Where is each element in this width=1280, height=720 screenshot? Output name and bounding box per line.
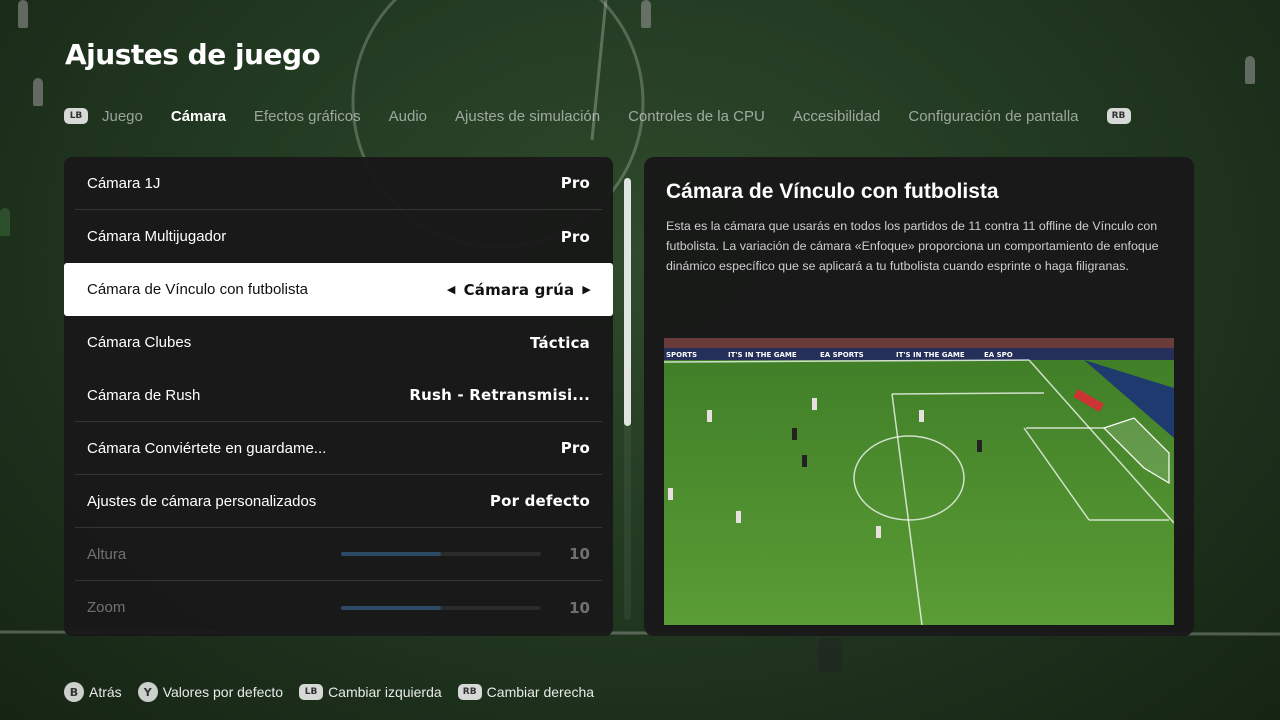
setting-value: Pro <box>560 174 590 192</box>
button-hints: B Atrás Y Valores por defecto LB Cambiar… <box>64 682 594 702</box>
info-title: Cámara de Vínculo con futbolista <box>666 180 999 203</box>
tab-camara[interactable]: Cámara <box>171 108 226 125</box>
setting-value: Pro <box>560 227 590 246</box>
arrow-right-icon[interactable]: ▶ <box>582 283 591 296</box>
preview-banner-text: EA SPORTS <box>820 351 864 359</box>
background-player <box>18 0 28 28</box>
background-player <box>0 208 10 236</box>
hint-label: Cambiar izquierda <box>328 684 442 700</box>
zoom-slider <box>341 605 542 610</box>
background-player <box>641 0 651 28</box>
setting-label: Ajustes de cámara personalizados <box>87 492 317 510</box>
setting-value: Táctica <box>529 333 590 352</box>
hint-switch-left[interactable]: LB Cambiar izquierda <box>299 684 442 700</box>
background-player <box>818 638 842 672</box>
setting-label: Cámara Conviértete en guardame... <box>87 439 327 457</box>
slider-row-zoom: Zoom 10 <box>75 581 602 634</box>
tab-audio[interactable]: Audio <box>389 108 427 125</box>
rb-button-icon: RB <box>457 684 482 700</box>
rb-button-icon[interactable]: RB <box>1106 108 1131 124</box>
setting-value: Cámara grúa <box>463 280 575 299</box>
camera-preview-image: SPORTS IT'S IN THE GAME EA SPORTS IT'S I… <box>664 338 1174 625</box>
lb-button-icon[interactable]: LB <box>64 108 88 124</box>
setting-label: Cámara de Rush <box>87 386 201 404</box>
settings-scrollbar[interactable] <box>624 178 631 620</box>
camera-preview-scene: SPORTS IT'S IN THE GAME EA SPORTS IT'S I… <box>664 338 1174 625</box>
tab-accesibilidad[interactable]: Accesibilidad <box>793 108 881 125</box>
hint-label: Atrás <box>89 684 122 700</box>
scrollbar-thumb[interactable] <box>624 178 631 426</box>
hint-switch-right[interactable]: RB Cambiar derecha <box>457 684 595 700</box>
camera-settings-list: Cámara 1J Pro Cámara Multijugador Pro Cá… <box>64 157 613 636</box>
hint-back[interactable]: B Atrás <box>64 682 122 702</box>
tab-controles-cpu[interactable]: Controles de la CPU <box>628 108 765 125</box>
setting-label: Cámara de Vínculo con futbolista <box>87 281 308 298</box>
slider-label: Zoom <box>87 599 126 616</box>
slider-fill <box>341 552 442 556</box>
tab-juego[interactable]: Juego <box>102 108 143 125</box>
b-button-icon: B <box>64 682 84 702</box>
slider-value: 10 <box>569 545 590 563</box>
setting-value-selector: ◀ Cámara grúa ▶ <box>447 281 591 299</box>
setting-value: Por defecto <box>489 492 590 510</box>
preview-banner-text: EA SPO <box>984 351 1013 359</box>
setting-value: Pro <box>560 439 590 457</box>
preview-banner-text: SPORTS <box>666 351 697 359</box>
setting-row-camara-rush[interactable]: Cámara de Rush Rush - Retransmisi... <box>75 369 602 422</box>
setting-label: Cámara Multijugador <box>87 228 227 245</box>
slider-value: 10 <box>569 598 590 617</box>
preview-banner-text: IT'S IN THE GAME <box>896 351 965 359</box>
hint-label: Valores por defecto <box>162 684 284 700</box>
preview-banner-text: IT'S IN THE GAME <box>728 351 797 359</box>
lb-button-icon: LB <box>299 684 324 700</box>
background-player <box>33 78 43 106</box>
setting-info-panel: Cámara de Vínculo con futbolista Esta es… <box>644 157 1194 636</box>
hint-label: Cambiar derecha <box>486 684 595 700</box>
slider-fill <box>341 605 442 610</box>
arrow-left-icon[interactable]: ◀ <box>447 283 456 296</box>
slider-row-altura: Altura 10 <box>75 528 602 581</box>
category-tabs: LB Juego Cámara Efectos gráficos Audio A… <box>64 104 1131 128</box>
setting-row-camara-guardameta[interactable]: Cámara Conviértete en guardame... Pro <box>75 422 602 475</box>
tab-configuracion-pantalla[interactable]: Configuración de pantalla <box>908 108 1078 125</box>
setting-label: Cámara 1J <box>87 174 161 192</box>
setting-label: Cámara Clubes <box>87 334 192 351</box>
setting-row-camara-1j[interactable]: Cámara 1J Pro <box>75 157 602 210</box>
hint-defaults[interactable]: Y Valores por defecto <box>137 682 284 702</box>
altura-slider <box>341 552 542 556</box>
setting-row-camara-vinculo[interactable]: Cámara de Vínculo con futbolista ◀ Cámar… <box>64 263 613 316</box>
info-description: Esta es la cámara que usarás en todos lo… <box>666 219 1159 273</box>
setting-value: Rush - Retransmisi... <box>409 386 590 404</box>
setting-row-camara-multijugador[interactable]: Cámara Multijugador Pro <box>75 210 602 263</box>
tab-ajustes-simulacion[interactable]: Ajustes de simulación <box>455 108 600 125</box>
background-player <box>1245 56 1255 84</box>
setting-row-camara-clubes[interactable]: Cámara Clubes Táctica <box>75 316 602 369</box>
page-title: Ajustes de juego <box>65 38 321 71</box>
setting-row-ajustes-personalizados[interactable]: Ajustes de cámara personalizados Por def… <box>75 475 602 528</box>
y-button-icon: Y <box>137 682 158 702</box>
tab-efectos-graficos[interactable]: Efectos gráficos <box>254 108 361 125</box>
slider-label: Altura <box>87 545 127 563</box>
